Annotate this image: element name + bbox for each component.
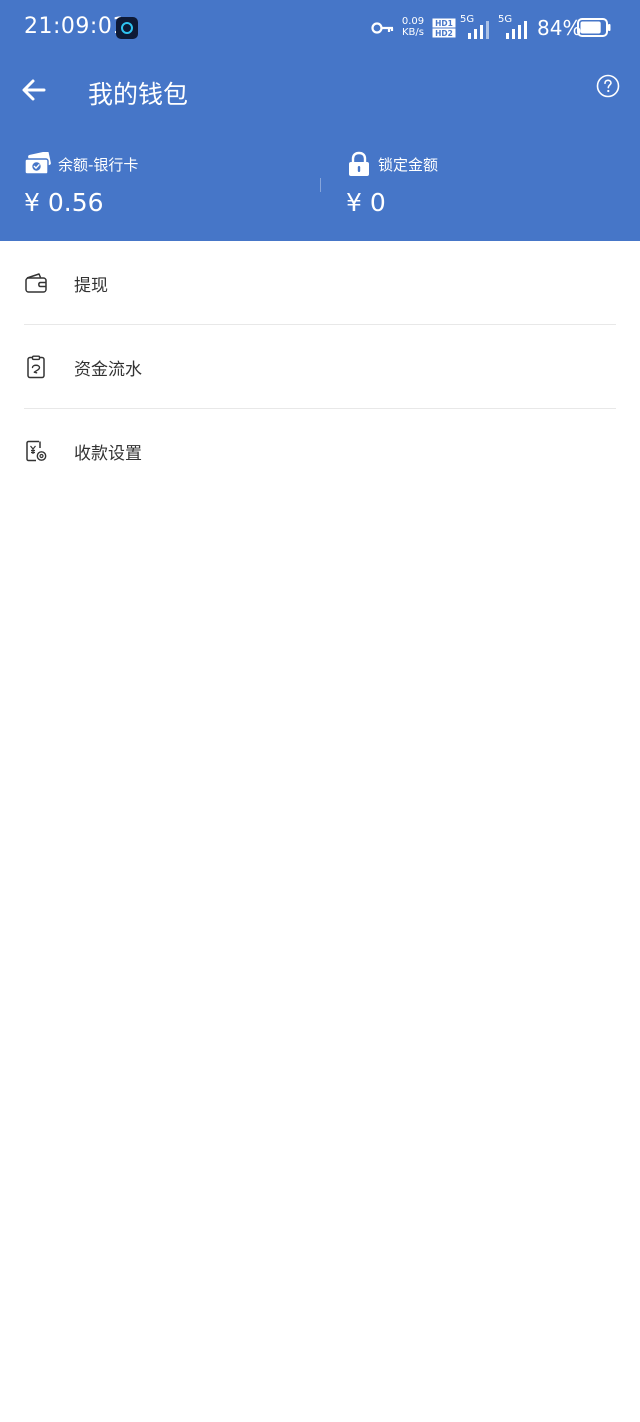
network-speed: 0.09 KB/s <box>399 16 427 38</box>
status-bar: 21:09:01 0.09 KB/s HD1 HD2 5G 5G 84% <box>0 0 640 56</box>
nav-bar: 我的钱包 <box>0 56 640 128</box>
menu-item-fund-statement[interactable]: 资金流水 <box>0 325 640 409</box>
signal-strength-1: 5G <box>460 15 494 39</box>
wallet-icon <box>25 273 47 293</box>
network-speed-unit: KB/s <box>402 27 424 38</box>
locked-amount-label: 锁定金额 <box>378 155 439 174</box>
menu-item-withdraw[interactable]: 提现 <box>0 241 640 325</box>
bank-card-icon <box>24 152 51 175</box>
bank-balance-card[interactable]: 余额-银行卡 ¥ 0.56 <box>24 150 324 230</box>
menu-item-label: 资金流水 <box>74 360 142 380</box>
bank-balance-value: ¥ 0.56 <box>24 188 104 217</box>
help-icon[interactable] <box>596 74 620 98</box>
locked-amount-label-row: 锁定金额 <box>346 150 438 178</box>
vpn-key-icon <box>371 22 394 34</box>
bank-balance-label-row: 余额-银行卡 <box>24 150 138 178</box>
signal-bars-icon <box>506 21 527 39</box>
hd-voice-icon: HD1 HD2 <box>432 18 456 38</box>
svg-text:HD1: HD1 <box>435 19 453 28</box>
lock-icon <box>349 151 369 176</box>
page-title: 我的钱包 <box>88 80 189 109</box>
back-arrow-icon[interactable] <box>16 72 52 108</box>
wallet-menu: 提现 资金流水 收款设置 <box>0 241 640 493</box>
signal-bars-icon <box>468 21 489 39</box>
svg-text:HD2: HD2 <box>435 29 453 38</box>
battery-percentage: 84% <box>537 16 582 40</box>
wallet-header: 21:09:01 0.09 KB/s HD1 HD2 5G 5G 84% 我的钱… <box>0 0 640 241</box>
menu-item-label: 收款设置 <box>74 444 142 464</box>
signal-strength-2: 5G <box>498 15 532 39</box>
battery-icon <box>577 18 611 37</box>
locked-amount-value: ¥ 0 <box>346 188 386 217</box>
network-speed-value: 0.09 <box>401 16 425 27</box>
menu-item-label: 提现 <box>74 276 108 296</box>
statement-icon <box>27 355 45 379</box>
app-notification-icon <box>116 17 138 39</box>
payment-settings-icon <box>26 440 47 462</box>
balance-divider <box>320 178 321 192</box>
status-time: 21:09:01 <box>24 14 127 39</box>
bank-balance-label: 余额-银行卡 <box>58 155 139 174</box>
menu-item-payment-settings[interactable]: 收款设置 <box>0 409 640 493</box>
locked-amount-card[interactable]: 锁定金额 ¥ 0 <box>346 150 640 230</box>
